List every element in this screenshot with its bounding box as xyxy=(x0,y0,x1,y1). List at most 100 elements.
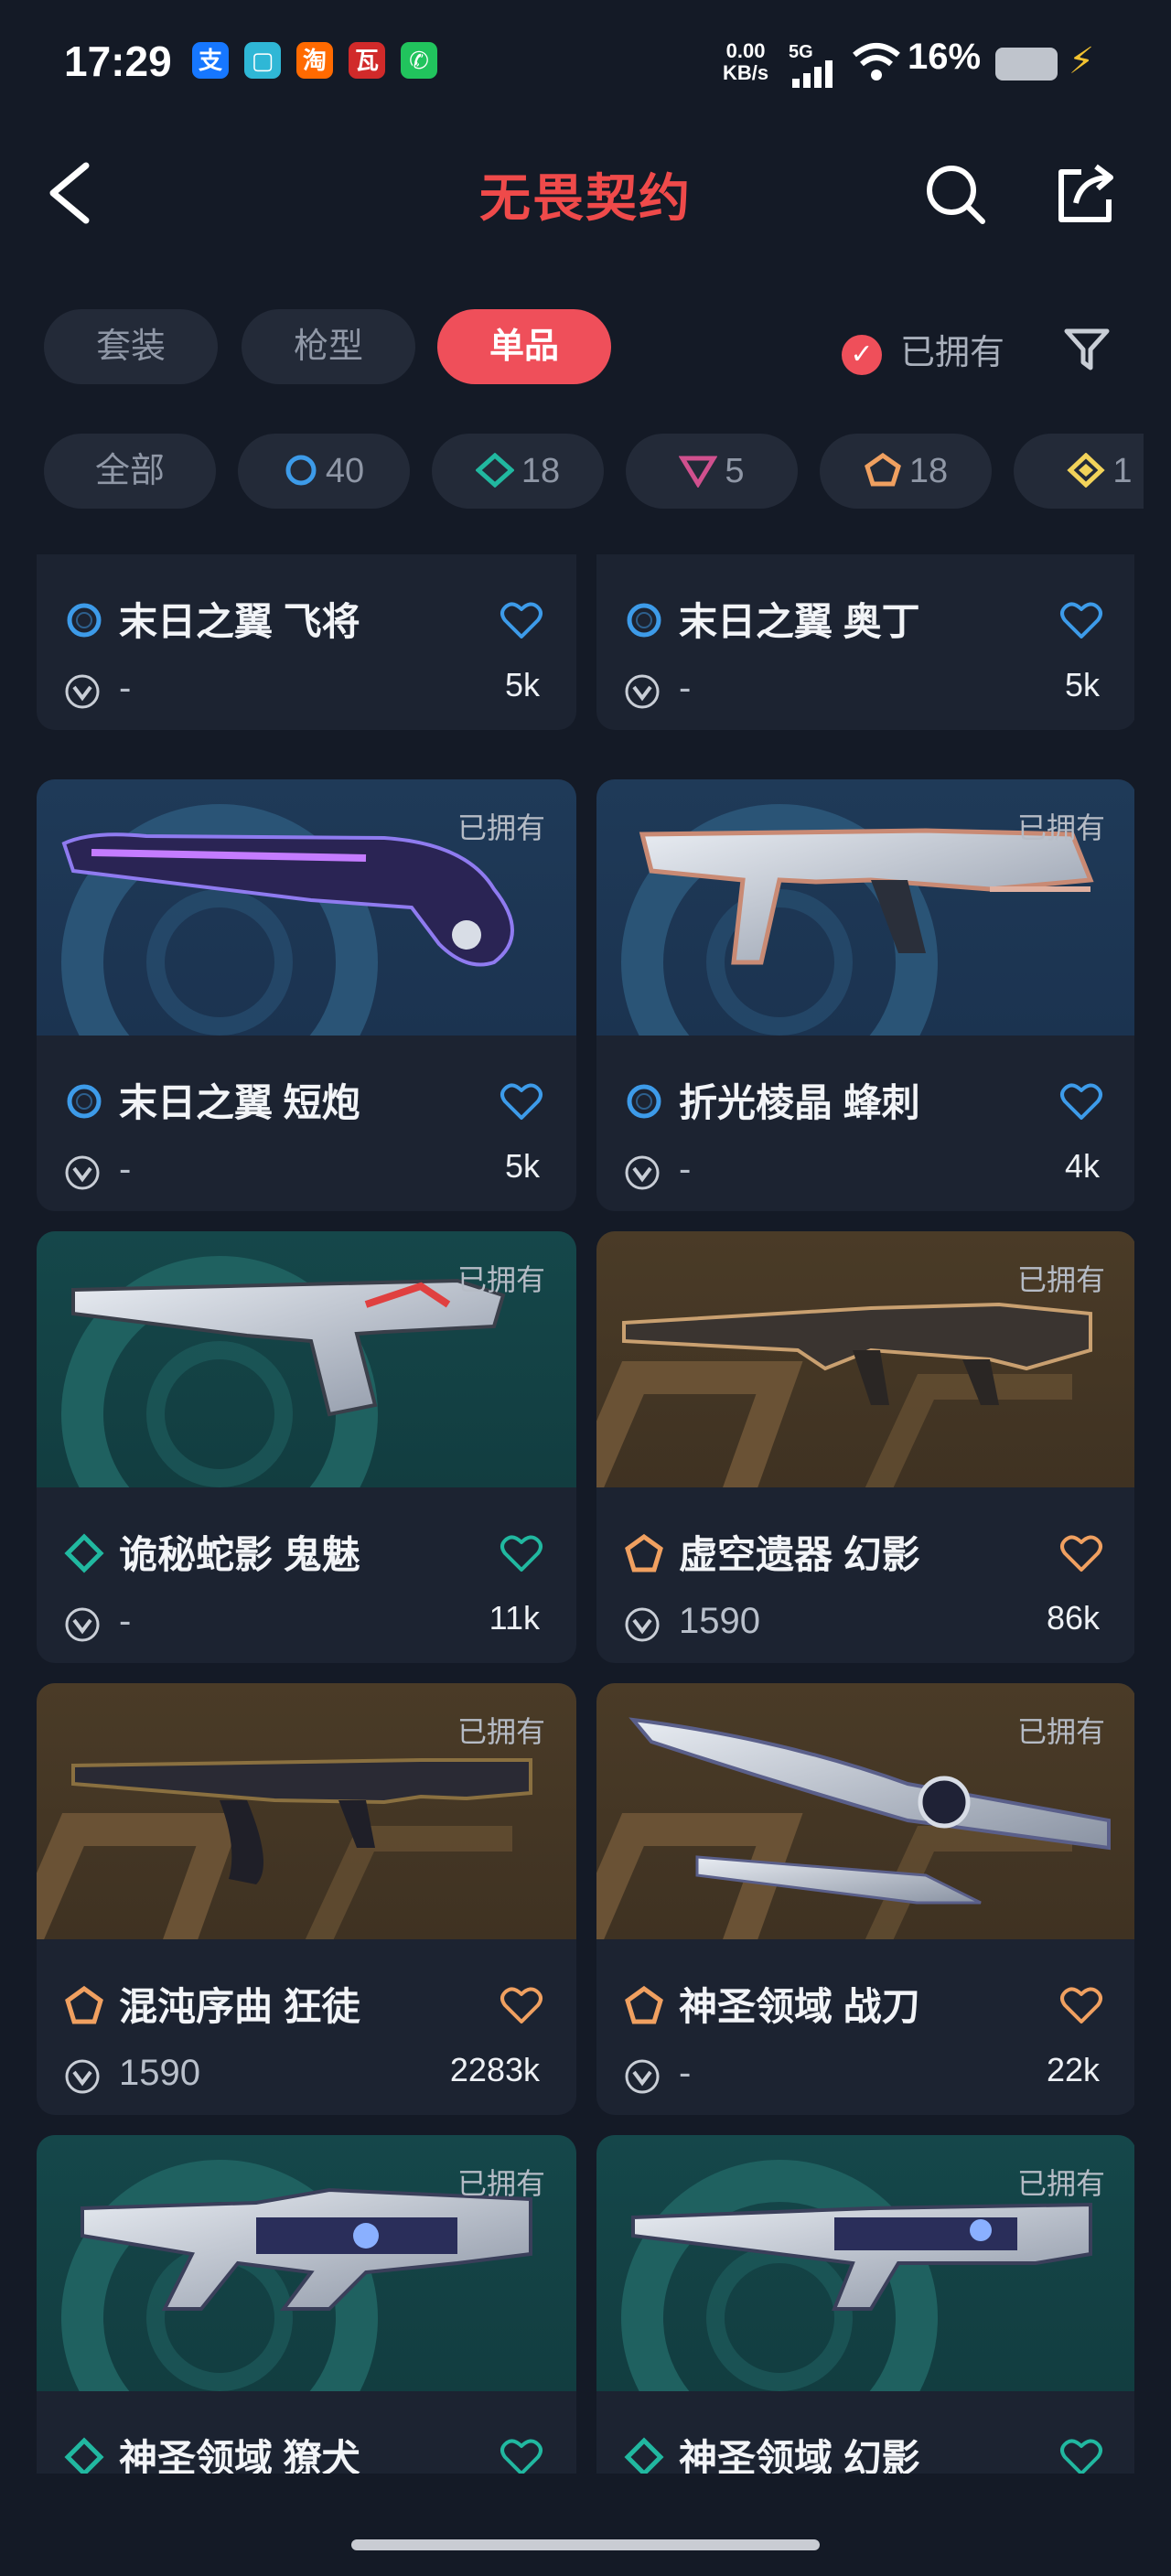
heart-icon[interactable] xyxy=(500,1081,543,1122)
like-count: 5k xyxy=(504,666,540,703)
item-price: - xyxy=(679,2053,692,2093)
search-icon[interactable] xyxy=(924,163,986,225)
chip-all[interactable]: 全部 xyxy=(44,434,216,509)
item-name: 神圣领域 战刀 xyxy=(679,1985,920,2028)
like-count: 4k xyxy=(1064,1147,1100,1185)
like-count: 5k xyxy=(504,1147,540,1185)
select-tier-icon xyxy=(624,1081,664,1122)
checkmark-icon: ✓ xyxy=(842,334,882,375)
battery-icon xyxy=(995,48,1058,80)
select-tier-icon xyxy=(624,600,664,640)
valorant-points-icon xyxy=(64,1606,101,1643)
like-count: 22k xyxy=(1046,2051,1100,2088)
filter-icon[interactable] xyxy=(1063,327,1111,373)
item-name: 末日之翼 奥丁 xyxy=(679,600,920,643)
item-name: 虚空遗器 幻影 xyxy=(679,1533,920,1576)
valorant-points-icon xyxy=(64,2058,101,2095)
select-tier-icon xyxy=(285,455,317,486)
select-tier-icon xyxy=(64,600,104,640)
exclusive-tier-icon xyxy=(864,452,901,487)
item-name: 末日之翼 飞将 xyxy=(119,600,360,643)
tab-single-items[interactable]: 单品 xyxy=(437,309,611,384)
owned-tag: 已拥有 xyxy=(457,811,545,844)
deluxe-tier-icon xyxy=(64,2437,104,2474)
like-count: 86k xyxy=(1046,1599,1100,1637)
chip-select-tier[interactable]: 40 xyxy=(238,434,410,509)
item-card[interactable]: 已拥有 折光棱晶 蜂刺 - 4k xyxy=(596,779,1134,1211)
deluxe-tier-icon xyxy=(64,1533,104,1573)
chip-deluxe-tier[interactable]: 18 xyxy=(432,434,604,509)
home-indicator[interactable] xyxy=(351,2539,820,2550)
chip-ultra-tier[interactable]: 1 xyxy=(1014,434,1144,509)
item-info: 诡秘蛇影 鬼魅 - 11k xyxy=(37,1487,576,1663)
valorant-points-icon xyxy=(624,673,661,710)
heart-icon[interactable] xyxy=(500,1985,543,2025)
owned-filter-label: 已拥有 xyxy=(900,334,1005,372)
item-price: - xyxy=(679,1149,692,1189)
item-image: 已拥有 xyxy=(37,1231,576,1487)
item-info: 末日之翼 短炮 - 5k xyxy=(37,1036,576,1211)
network-speed: 0.00 KB/s xyxy=(723,39,769,84)
heart-icon[interactable] xyxy=(500,600,543,640)
deluxe-tier-icon xyxy=(475,452,515,488)
game-app-icon: 瓦 xyxy=(349,42,385,79)
chip-all-label: 全部 xyxy=(94,452,165,490)
item-card[interactable]: 已拥有诡秘蛇影 鬼魅 - 11k xyxy=(37,1231,576,1663)
item-name: 折光棱晶 蜂刺 xyxy=(679,1081,920,1124)
valorant-points-icon xyxy=(624,2058,661,2095)
like-count: 2283k xyxy=(449,2051,540,2088)
item-price: - xyxy=(119,1149,132,1189)
item-card[interactable]: 已拥有混沌序曲 狂徒 1590 2283k xyxy=(37,1683,576,2115)
owned-tag: 已拥有 xyxy=(457,1715,545,1748)
owned-filter-toggle[interactable]: ✓ 已拥有 xyxy=(842,326,1004,381)
owned-tag: 已拥有 xyxy=(1016,1715,1105,1748)
chip-exclusive-tier[interactable]: 18 xyxy=(820,434,992,509)
page-title: 无畏契约 xyxy=(479,169,692,227)
tab-weapon-types[interactable]: 枪型 xyxy=(242,309,415,384)
deluxe-tier-icon xyxy=(624,2437,664,2474)
chip-premium-tier[interactable]: 5 xyxy=(626,434,798,509)
alipay-icon: 支 xyxy=(192,42,229,79)
item-card[interactable]: 末日之翼 飞将 - 5k xyxy=(37,554,576,730)
heart-icon[interactable] xyxy=(1059,1081,1103,1122)
like-count: 11k xyxy=(489,1599,540,1637)
chip-deluxe-count: 18 xyxy=(521,452,561,490)
item-name: 混沌序曲 狂徒 xyxy=(119,1985,360,2028)
item-name: 神圣领域 幻影 xyxy=(679,2437,920,2474)
heart-icon[interactable] xyxy=(500,2437,543,2474)
item-price: - xyxy=(119,668,132,708)
item-grid: 末日之翼 飞将 -5k 末日之翼 奥丁 -5k 已拥有 末日之翼 短炮 -5k 已拥有 折光棱晶… xyxy=(37,554,1134,2474)
heart-icon[interactable] xyxy=(1059,2437,1103,2474)
heart-icon[interactable] xyxy=(1059,1985,1103,2025)
item-card[interactable]: 已拥有神圣领域 战刀 - 22k xyxy=(596,1683,1134,2115)
valorant-points-icon xyxy=(624,1154,661,1191)
back-arrow-icon[interactable] xyxy=(46,160,97,226)
tab-bundles[interactable]: 套装 xyxy=(44,309,218,384)
item-card[interactable]: 已拥有神圣领域 獠犬 xyxy=(37,2135,576,2474)
chip-premium-count: 5 xyxy=(725,452,745,490)
item-image: 已拥有 xyxy=(37,2135,576,2391)
rarity-filter-bar: 全部 40 18 5 18 1 xyxy=(0,434,1144,516)
charging-icon: ⚡ xyxy=(1069,41,1095,81)
item-card[interactable]: 已拥有 虚空遗器 幻影 1590 86k xyxy=(596,1231,1134,1663)
item-image: 已拥有 xyxy=(596,1231,1134,1487)
item-info: 混沌序曲 狂徒 1590 2283k xyxy=(37,1939,576,2115)
share-icon[interactable] xyxy=(1054,163,1118,225)
item-card[interactable]: 末日之翼 奥丁 - 5k xyxy=(596,554,1134,730)
owned-tag: 已拥有 xyxy=(1016,2167,1105,2200)
item-name: 诡秘蛇影 鬼魅 xyxy=(119,1533,360,1576)
item-price: - xyxy=(679,668,692,708)
battery-percent: 16% xyxy=(908,37,982,77)
owned-tag: 已拥有 xyxy=(457,2167,545,2200)
item-info: 折光棱晶 蜂刺 - 4k xyxy=(596,1036,1134,1211)
item-card[interactable]: 已拥有 末日之翼 短炮 - 5k xyxy=(37,779,576,1211)
chip-ultra-count: 1 xyxy=(1112,452,1133,490)
heart-icon[interactable] xyxy=(500,1533,543,1573)
item-info: 末日之翼 飞将 - 5k xyxy=(37,554,576,730)
heart-icon[interactable] xyxy=(1059,1533,1103,1573)
item-name: 神圣领域 獠犬 xyxy=(119,2437,360,2474)
heart-icon[interactable] xyxy=(1059,600,1103,640)
item-card[interactable]: 已拥有神圣领域 幻影 xyxy=(596,2135,1134,2474)
item-price: - xyxy=(119,1601,132,1641)
exclusive-tier-icon xyxy=(624,1985,664,2025)
